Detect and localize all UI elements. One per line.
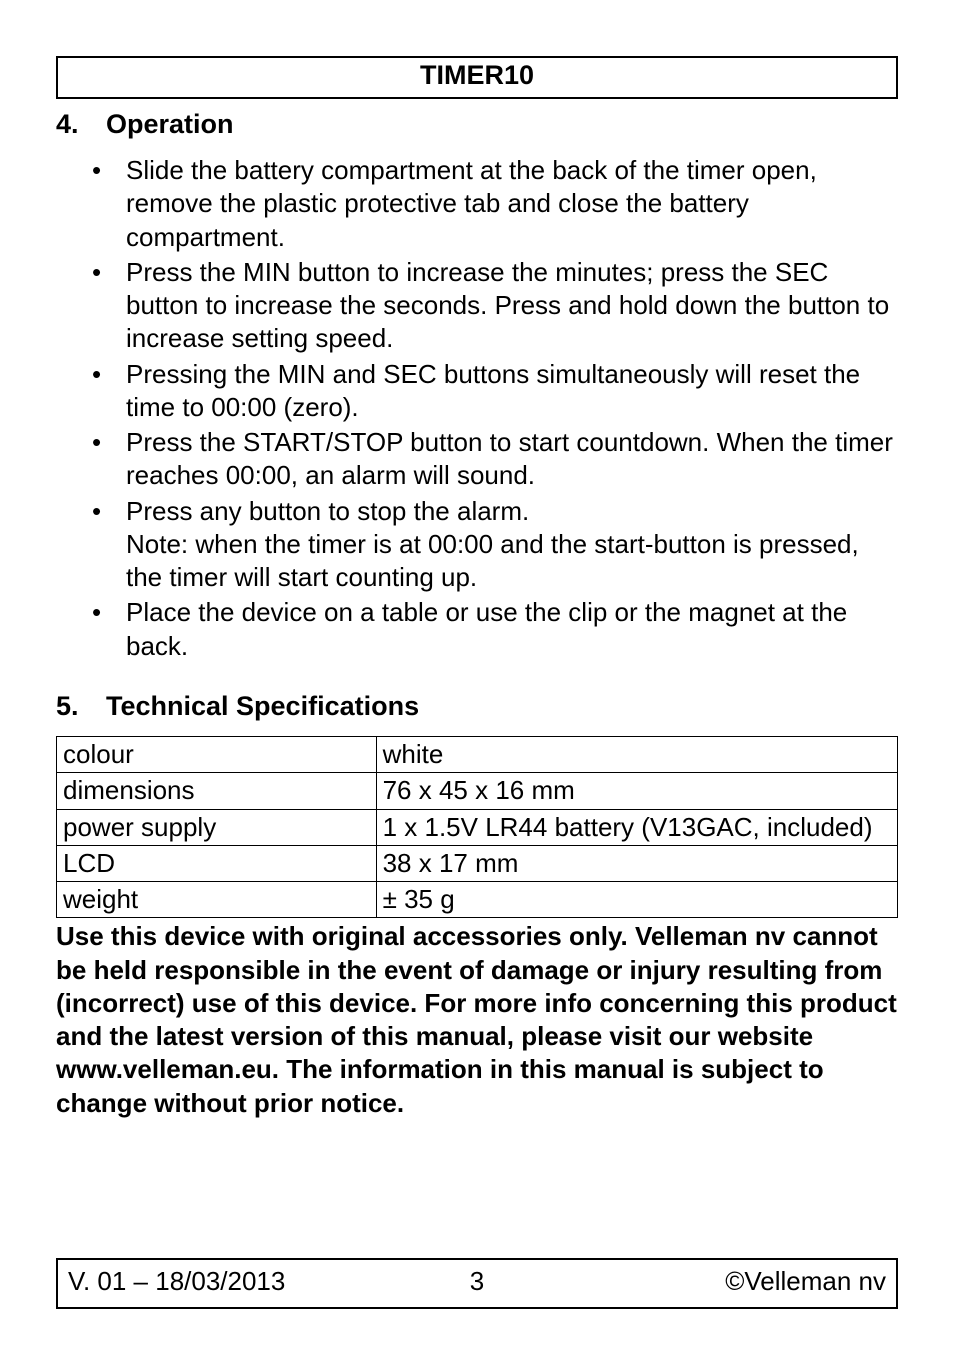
spec-value: 38 x 17 mm	[376, 845, 897, 881]
operation-list: Slide the battery compartment at the bac…	[56, 154, 898, 663]
table-row: LCD 38 x 17 mm	[57, 845, 898, 881]
section4-heading: 4. Operation	[56, 109, 898, 140]
footer-page-number: 3	[341, 1266, 614, 1297]
document-footer: V. 01 – 18/03/2013 3 ©Velleman nv	[56, 1258, 898, 1309]
list-item: Place the device on a table or use the c…	[92, 596, 898, 663]
document-header-box: TIMER10	[56, 56, 898, 99]
footer-copyright: ©Velleman nv	[613, 1266, 886, 1297]
spec-label: LCD	[57, 845, 377, 881]
list-item: Slide the battery compartment at the bac…	[92, 154, 898, 254]
list-item: Press the START/STOP button to start cou…	[92, 426, 898, 493]
list-item: Pressing the MIN and SEC buttons simulta…	[92, 358, 898, 425]
spec-label: dimensions	[57, 773, 377, 809]
table-row: dimensions 76 x 45 x 16 mm	[57, 773, 898, 809]
footer-version: V. 01 – 18/03/2013	[68, 1266, 341, 1297]
table-row: colour white	[57, 736, 898, 772]
section5-heading: 5. Technical Specifications	[56, 691, 898, 722]
list-item: Press the MIN button to increase the min…	[92, 256, 898, 356]
spec-value: white	[376, 736, 897, 772]
spec-label: power supply	[57, 809, 377, 845]
spec-value: ± 35 g	[376, 882, 897, 918]
disclaimer-text: Use this device with original accessorie…	[56, 920, 898, 1120]
section5-number: 5.	[56, 691, 106, 722]
document-title: TIMER10	[58, 60, 896, 91]
section4-number: 4.	[56, 109, 106, 140]
document-page: TIMER10 4. Operation Slide the battery c…	[0, 0, 954, 1355]
spec-label: colour	[57, 736, 377, 772]
table-row: weight ± 35 g	[57, 882, 898, 918]
specifications-table: colour white dimensions 76 x 45 x 16 mm …	[56, 736, 898, 918]
table-row: power supply 1 x 1.5V LR44 battery (V13G…	[57, 809, 898, 845]
spec-value: 76 x 45 x 16 mm	[376, 773, 897, 809]
spec-value: 1 x 1.5V LR44 battery (V13GAC, included)	[376, 809, 897, 845]
spec-label: weight	[57, 882, 377, 918]
list-item: Press any button to stop the alarm. Note…	[92, 495, 898, 595]
section4-title: Operation	[106, 109, 234, 140]
section5-title: Technical Specifications	[106, 691, 419, 722]
